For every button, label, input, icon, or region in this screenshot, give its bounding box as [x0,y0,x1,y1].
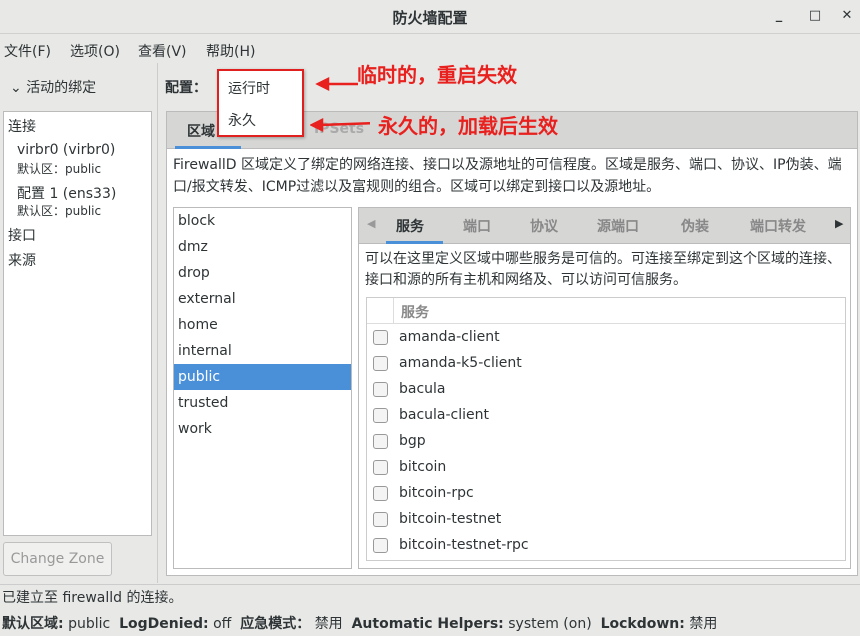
interfaces-heading[interactable]: 接口 [8,225,36,245]
minimize-button[interactable]: _ [770,8,788,26]
service-row[interactable]: amanda-k5-client [367,350,845,376]
scroll-right-icon[interactable]: ▶ [835,217,843,230]
scroll-left-icon[interactable]: ◀ [367,217,375,230]
status-bar: 默认区域: public LogDenied: off 应急模式： 禁用 Aut… [2,613,717,633]
service-name: bitcoin-rpc [399,485,474,501]
active-tab-indicator [386,241,443,244]
service-name: bacula-client [399,407,490,423]
panic-value: 禁用 [314,616,343,632]
zone-item[interactable]: external [174,286,351,312]
tab-zones[interactable]: 区域 [187,121,215,141]
menu-file[interactable]: 文件(F) [4,41,51,61]
annotation-permanent: 永久的，加载后生效 [378,114,558,138]
active-bindings-label: 活动的绑定 [26,80,97,96]
service-checkbox[interactable] [373,486,388,501]
lockdown-label: Lockdown: [600,616,685,632]
service-name: bitcoin-testnet-rpc [399,537,529,553]
zone-list: block dmz drop external home internal pu… [173,207,352,569]
active-bindings-expander[interactable]: ⌄ 活动的绑定 [10,77,96,97]
menu-options[interactable]: 选项(O) [70,41,120,61]
service-row[interactable]: bitcoin-testnet [367,506,845,532]
service-row[interactable]: bgp [367,428,845,454]
tab-ports[interactable]: 端口 [463,216,491,236]
zone-item[interactable]: work [174,416,351,442]
title-bar: 防火墙配置 _ □ ✕ [0,0,860,34]
zone-item-selected[interactable]: public [174,364,351,390]
connection-virbr0[interactable]: virbr0 (virbr0) [17,142,115,158]
option-permanent[interactable]: 永久 [228,110,256,130]
connection-ens33[interactable]: 配置 1 (ens33) [17,183,116,203]
annotation-runtime: 临时的，重启失效 [357,63,517,87]
option-runtime[interactable]: 运行时 [228,78,270,98]
tab-services[interactable]: 服务 [396,216,424,236]
service-checkbox[interactable] [373,512,388,527]
service-checkbox[interactable] [373,538,388,553]
service-row[interactable]: bitcoin-testnet-rpc [367,532,845,558]
chevron-down-icon: ⌄ [10,80,22,96]
zone-item[interactable]: home [174,312,351,338]
service-name: amanda-k5-client [399,355,522,371]
tab-source-ports[interactable]: 源端口 [597,216,639,236]
zone-item[interactable]: trusted [174,390,351,416]
services-description: 可以在这里定义区域中哪些服务是可信的。可连接至绑定到这个区域的连接、接口和源的所… [365,251,841,288]
menu-help[interactable]: 帮助(H) [206,41,255,61]
connection-zone: 默认区：public [17,162,102,176]
service-name: amanda-client [399,329,500,345]
services-table: 服务 amanda-client amanda-k5-client bacula ba… [366,297,846,561]
service-row[interactable]: bacula-client [367,402,845,428]
helpers-value: system (on) [508,616,592,632]
services-header: 服务 [367,298,845,324]
service-row[interactable]: bitcoin-rpc [367,480,845,506]
maximize-button[interactable]: □ [806,8,824,26]
zone-item[interactable]: internal [174,338,351,364]
change-zone-button[interactable]: Change Zone [3,542,112,576]
logdenied-label: LogDenied: [119,616,209,632]
service-checkbox[interactable] [373,408,388,423]
logdenied-value: off [213,616,232,632]
service-row[interactable]: bacula [367,376,845,402]
service-checkbox[interactable] [373,382,388,397]
lockdown-value: 禁用 [689,616,718,632]
service-name: bitcoin-testnet [399,511,502,527]
connection-status: 已建立至 firewalld 的连接。 [2,590,183,606]
zone-settings-notebook: ◀ 服务 端口 协议 源端口 伪装 端口转发 ▶ 可以在这里定义区域中哪些服务是… [358,207,851,569]
tab-masquerade[interactable]: 伪装 [681,216,709,236]
default-zone-value: public [68,616,111,632]
active-tab-indicator [175,146,241,149]
zones-description: FirewallD 区域定义了绑定的网络连接、接口以及源地址的可信程度。区域是服… [173,157,842,195]
zone-item[interactable]: block [174,208,351,234]
tab-port-forward[interactable]: 端口转发 [750,216,806,236]
main-notebook: 区域 IPSets FirewallD 区域定义了绑定的网络连接、接口以及源地址… [166,111,858,576]
zone-item[interactable]: dmz [174,234,351,260]
service-checkbox[interactable] [373,460,388,475]
sources-heading[interactable]: 来源 [8,250,36,270]
connections-heading[interactable]: 连接 [8,116,36,136]
config-dropdown-menu: 运行时 永久 [217,69,304,137]
service-row[interactable]: bitcoin [367,454,845,480]
zone-settings-tabs: ◀ 服务 端口 协议 源端口 伪装 端口转发 ▶ [359,208,850,244]
panic-label: 应急模式： [240,616,311,632]
service-row[interactable]: amanda-client [367,324,845,350]
service-checkbox[interactable] [373,434,388,449]
service-checkbox[interactable] [373,330,388,345]
default-zone-label: 默认区域: [2,616,64,632]
bindings-list: 连接 virbr0 (virbr0) 默认区：public 配置 1 (ens3… [3,111,152,536]
service-name: bgp [399,433,426,449]
service-checkbox[interactable] [373,356,388,371]
services-column-header[interactable]: 服务 [401,302,429,322]
connection-zone: 默认区：public [17,204,102,218]
zone-item[interactable]: drop [174,260,351,286]
window-title: 防火墙配置 [392,9,468,27]
divider [0,584,860,585]
close-button[interactable]: ✕ [838,8,856,26]
config-label: 配置： [165,80,207,96]
menu-view[interactable]: 查看(V) [138,41,187,61]
service-name: bacula [399,381,446,397]
tab-protocols[interactable]: 协议 [530,216,558,236]
helpers-label: Automatic Helpers: [351,616,504,632]
service-name: bitcoin [399,459,447,475]
